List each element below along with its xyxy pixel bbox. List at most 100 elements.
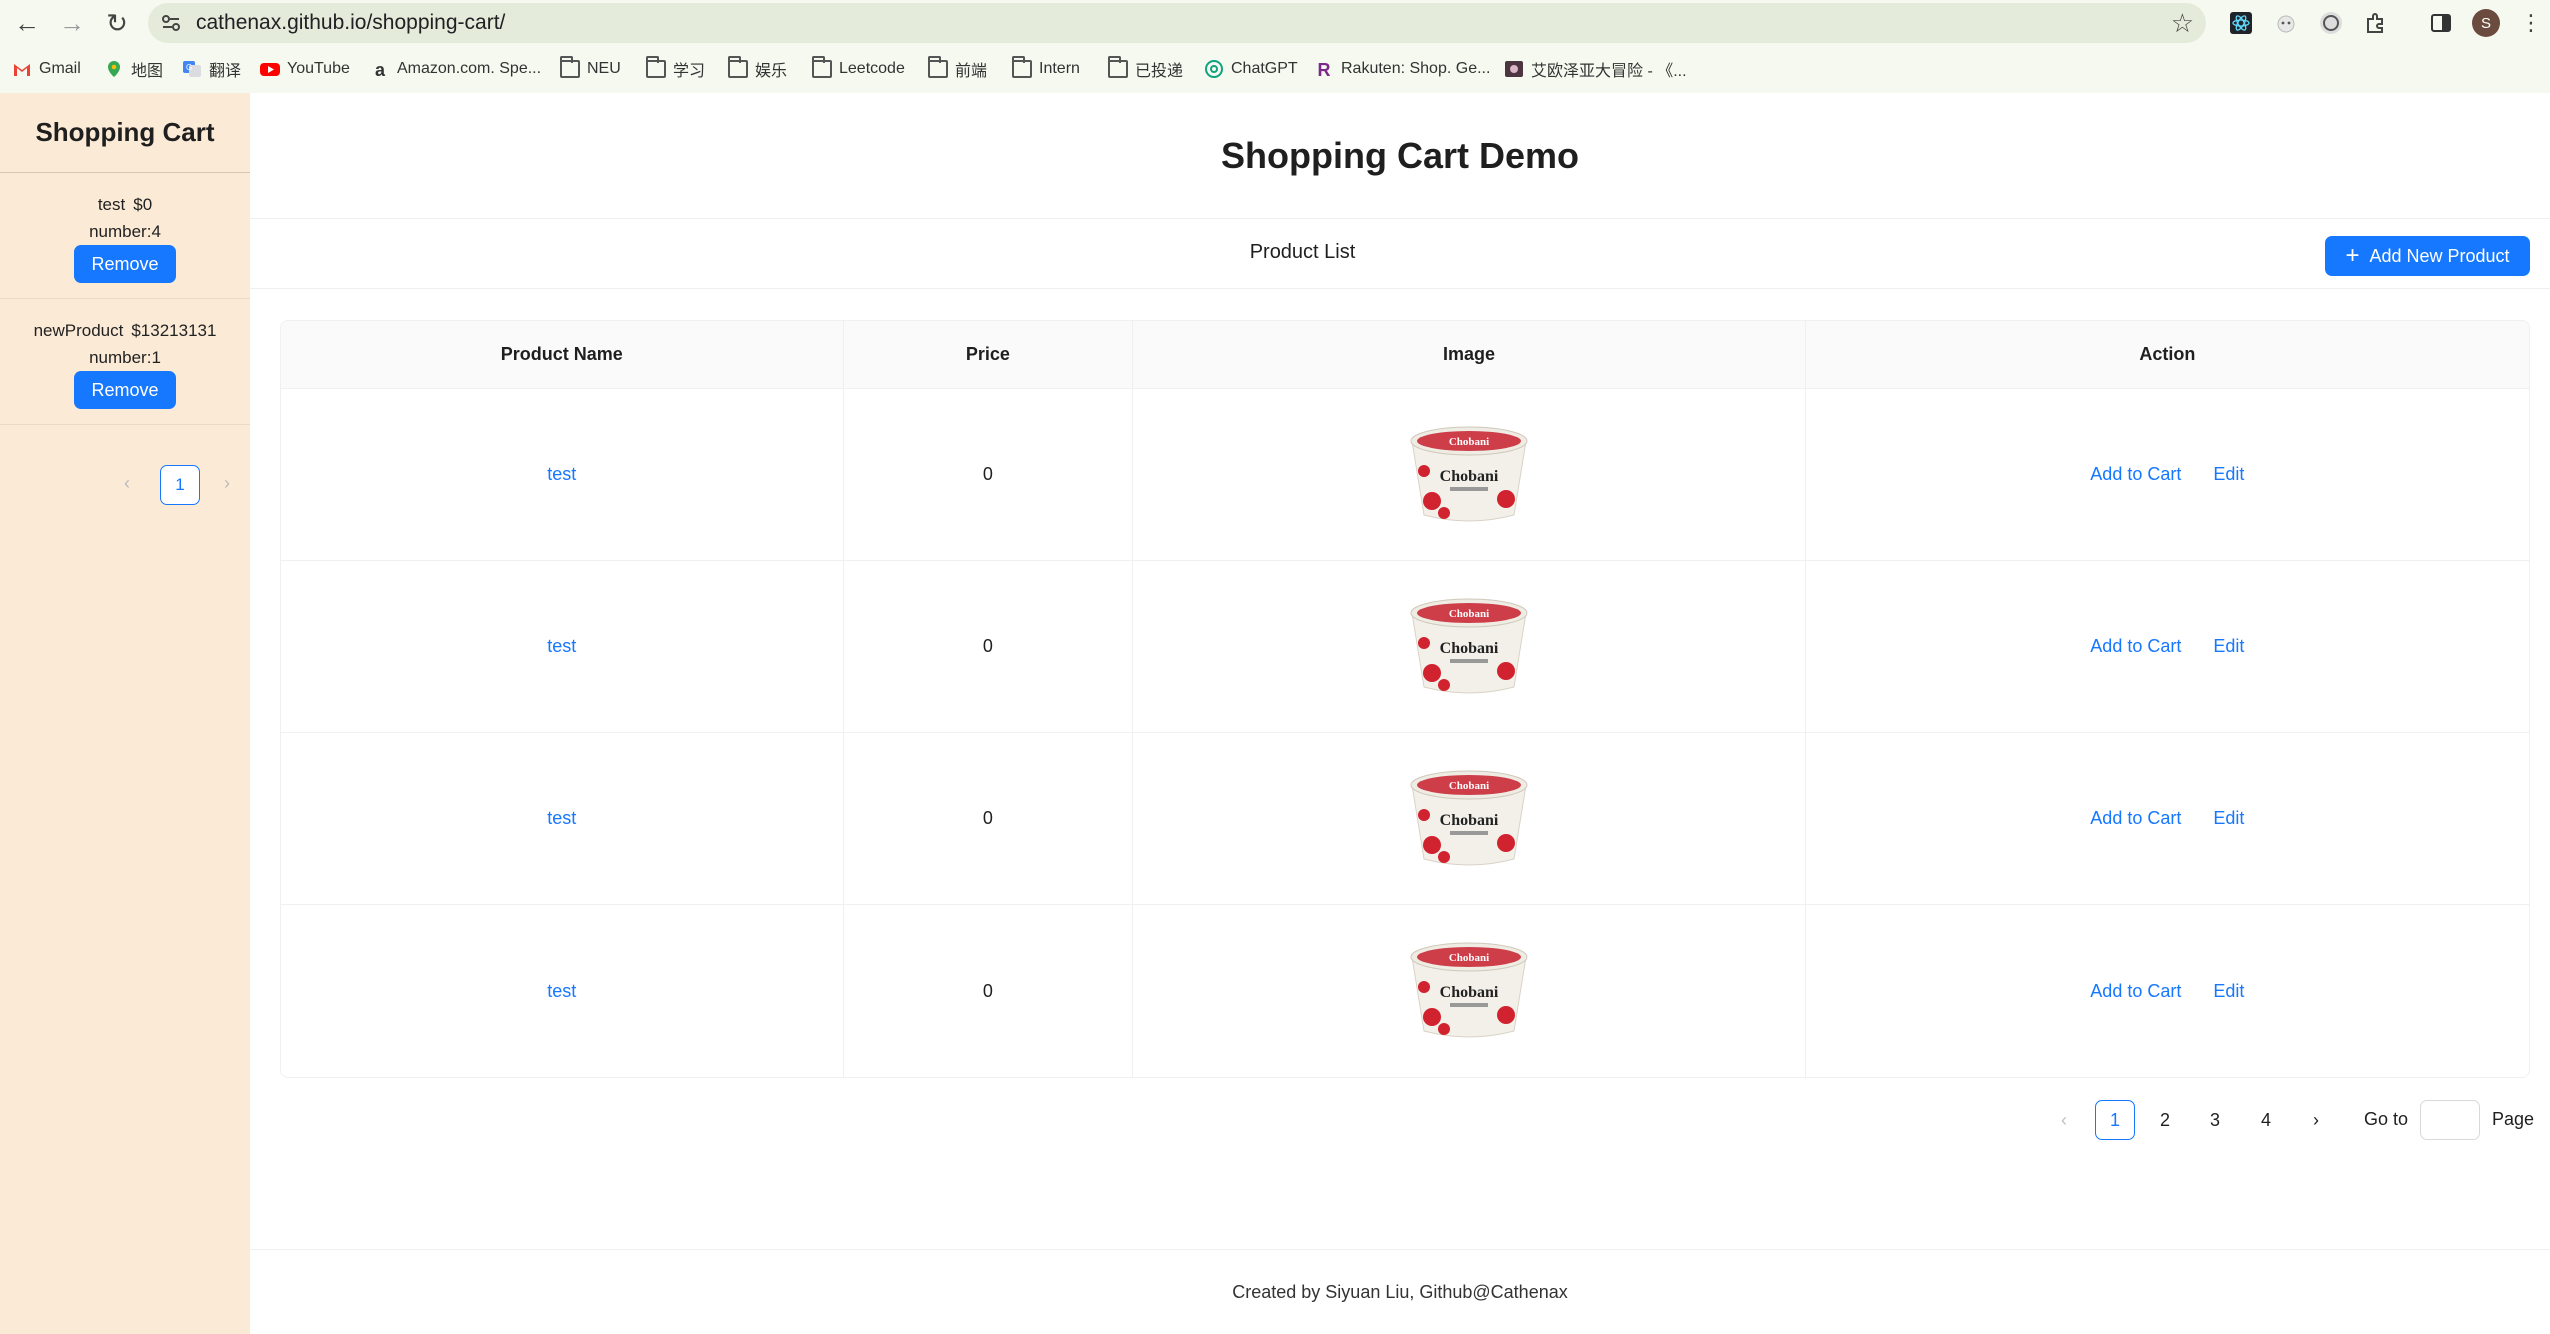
chobani-yogurt-image: Chobani Chobani xyxy=(1410,426,1528,521)
bookmark-amazon[interactable]: a Amazon.com. Spe... xyxy=(370,57,541,81)
page-3[interactable]: 3 xyxy=(2195,1100,2235,1140)
column-header-price: Price xyxy=(844,321,1134,388)
profile-avatar[interactable]: S xyxy=(2472,9,2500,37)
edit-link[interactable]: Edit xyxy=(2213,464,2244,485)
folder-icon xyxy=(1108,56,1128,78)
edit-link[interactable]: Edit xyxy=(2213,808,2244,829)
plus-icon: + xyxy=(2345,242,2360,269)
bookmark-folder-neu[interactable]: NEU xyxy=(560,56,621,81)
product-name-link[interactable]: test xyxy=(547,636,576,657)
chevron-left-icon[interactable]: ‹ xyxy=(2044,1100,2084,1140)
table-row: test 0 Chobani Chobani Add to Cart Edit xyxy=(281,389,2529,561)
add-new-product-button[interactable]: + Add New Product xyxy=(2325,236,2530,276)
product-price: 0 xyxy=(982,808,993,828)
site-settings-icon[interactable] xyxy=(160,12,182,34)
add-to-cart-link[interactable]: Add to Cart xyxy=(2090,636,2181,657)
bookmark-game[interactable]: 艾欧泽亚大冒险 - 《... xyxy=(1504,57,1687,81)
folder-icon xyxy=(928,56,948,78)
cart-sidebar: Shopping Cart test $0 number:4 Remove new… xyxy=(0,93,250,1334)
forward-arrow-icon[interactable]: → xyxy=(55,6,89,40)
bookmark-label: 前端 xyxy=(955,63,988,80)
reload-icon[interactable]: ↻ xyxy=(100,6,134,40)
bookmark-label: Amazon.com. Spe... xyxy=(397,60,542,77)
product-name-link[interactable]: test xyxy=(547,808,576,829)
bookmark-folder-study[interactable]: 学习 xyxy=(646,56,705,81)
browser-toolbar: ← → ↻ cathenax.github.io/shopping-cart/ … xyxy=(0,0,2550,45)
amazon-icon: a xyxy=(374,60,385,80)
bookmark-maps[interactable]: 地图 xyxy=(104,57,163,81)
extension-circle-icon[interactable] xyxy=(2316,8,2346,38)
bookmark-label: 翻译 xyxy=(209,63,242,80)
address-bar[interactable]: cathenax.github.io/shopping-cart/ ☆ xyxy=(148,3,2206,43)
product-list-title: Product List xyxy=(1249,241,1356,263)
maps-pin-icon xyxy=(104,60,124,78)
edit-link[interactable]: Edit xyxy=(2213,981,2244,1002)
folder-icon xyxy=(728,56,748,78)
side-panel-icon[interactable] xyxy=(2426,8,2456,38)
bookmark-folder-leetcode[interactable]: Leetcode xyxy=(812,56,905,81)
bookmark-rakuten[interactable]: R Rakuten: Shop. Ge... xyxy=(1314,57,1491,81)
page-label: Page xyxy=(2492,1109,2535,1129)
edit-link[interactable]: Edit xyxy=(2213,636,2244,657)
bookmark-label: 艾欧泽亚大冒险 - 《... xyxy=(1531,63,1687,80)
cart-item: newProduct $13213131 number:1 Remove xyxy=(0,299,250,425)
menu-kebab-icon[interactable]: ⋮ xyxy=(2516,8,2546,38)
svg-text:Chobani: Chobani xyxy=(1440,812,1499,829)
page-4[interactable]: 4 xyxy=(2246,1100,2286,1140)
bookmark-folder-intern[interactable]: Intern xyxy=(1012,56,1080,81)
chevron-right-icon[interactable]: › xyxy=(224,473,230,494)
bookmark-folder-applied[interactable]: 已投递 xyxy=(1108,56,1183,81)
add-to-cart-link[interactable]: Add to Cart xyxy=(2090,808,2181,829)
table-row: test 0 Chobani Chobani Add to Cart Edit xyxy=(281,561,2529,733)
product-name-link[interactable]: test xyxy=(547,464,576,485)
goto-label: Go to xyxy=(2364,1109,2409,1129)
extension-cat-icon[interactable] xyxy=(2271,8,2301,38)
product-list-header: Product List xyxy=(250,219,2550,289)
folder-icon xyxy=(1012,56,1032,78)
url-text[interactable]: cathenax.github.io/shopping-cart/ xyxy=(196,11,505,35)
remove-button[interactable]: Remove xyxy=(74,371,176,409)
cart-item-price: $13213131 xyxy=(131,321,217,340)
bookmark-folder-frontend[interactable]: 前端 xyxy=(928,56,988,81)
svg-text:Chobani: Chobani xyxy=(1449,436,1489,448)
page-1[interactable]: 1 xyxy=(2095,1100,2135,1140)
table-header: Product Name Price Image Action xyxy=(281,321,2529,389)
sidebar-page-1[interactable]: 1 xyxy=(160,465,200,505)
chevron-left-icon[interactable]: ‹ xyxy=(124,473,130,494)
main-content: Shopping Cart Demo Product List + Add Ne… xyxy=(250,93,2550,1334)
svg-text:Chobani: Chobani xyxy=(1440,984,1499,1001)
chobani-yogurt-image: Chobani Chobani xyxy=(1410,770,1528,865)
bookmark-gmail[interactable]: Gmail xyxy=(12,57,81,81)
bookmark-label: 娱乐 xyxy=(755,63,788,80)
bookmark-translate[interactable]: G 翻译 xyxy=(182,57,241,81)
add-to-cart-link[interactable]: Add to Cart xyxy=(2090,981,2181,1002)
cart-item-quantity: number:4 xyxy=(89,222,161,241)
chobani-yogurt-image: Chobani Chobani xyxy=(1410,942,1528,1038)
bookmark-star-icon[interactable]: ☆ xyxy=(2171,8,2194,39)
goto-page-input[interactable] xyxy=(2420,1100,2480,1140)
bookmark-chatgpt[interactable]: ChatGPT xyxy=(1204,57,1298,81)
remove-button[interactable]: Remove xyxy=(74,245,176,283)
bookmark-youtube[interactable]: YouTube xyxy=(260,57,350,81)
product-pagination: ‹ 1 2 3 4 › Go to Page xyxy=(250,1100,2550,1140)
svg-text:Chobani: Chobani xyxy=(1449,608,1489,620)
cart-item-quantity: number:1 xyxy=(89,348,161,367)
product-price: 0 xyxy=(982,636,993,656)
sidebar-pagination: ‹ 1 › xyxy=(0,465,250,505)
chatgpt-icon xyxy=(1204,60,1224,78)
bookmark-label: YouTube xyxy=(287,60,350,77)
bookmark-folder-entertainment[interactable]: 娱乐 xyxy=(728,56,788,81)
extensions-puzzle-icon[interactable] xyxy=(2361,8,2391,38)
bookmark-label: Intern xyxy=(1039,60,1080,77)
product-name-link[interactable]: test xyxy=(547,981,576,1002)
svg-text:Chobani: Chobani xyxy=(1449,952,1489,964)
add-to-cart-link[interactable]: Add to Cart xyxy=(2090,464,2181,485)
page-2[interactable]: 2 xyxy=(2145,1100,2185,1140)
chevron-right-icon[interactable]: › xyxy=(2296,1100,2336,1140)
back-arrow-icon[interactable]: ← xyxy=(10,6,44,40)
cart-item-name: test xyxy=(97,195,126,214)
svg-text:Chobani: Chobani xyxy=(1449,780,1489,792)
react-devtools-icon[interactable] xyxy=(2226,8,2256,38)
bookmark-label: ChatGPT xyxy=(1231,60,1298,77)
column-header-product-name: Product Name xyxy=(281,321,844,388)
